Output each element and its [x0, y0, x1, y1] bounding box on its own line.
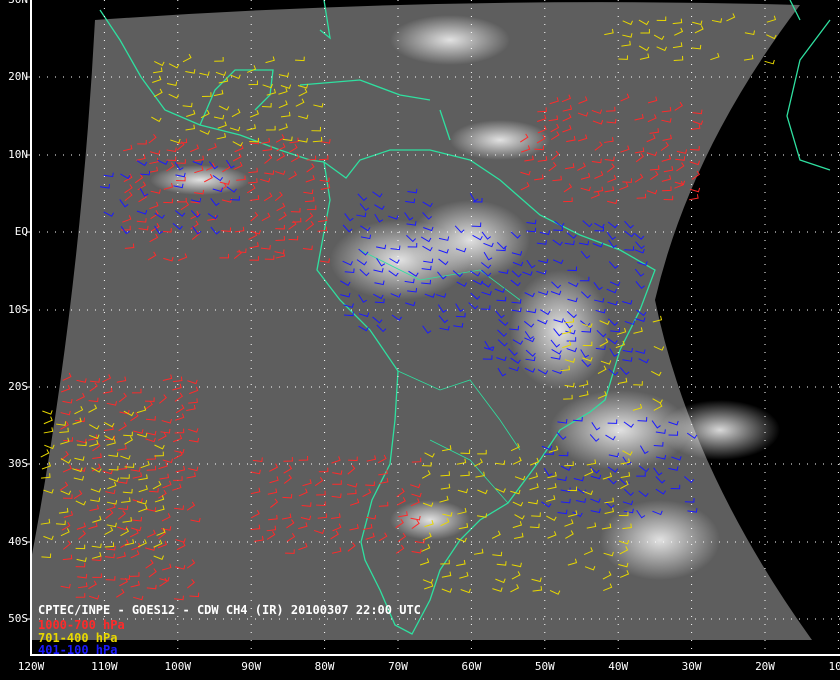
lon-label: 110W — [91, 660, 118, 673]
cloud-mass — [410, 200, 530, 280]
wind-barb — [43, 416, 53, 425]
lon-label: 90W — [241, 660, 262, 673]
lon-label: 100W — [164, 660, 192, 673]
legend-low-level: 1000-700 hPa — [38, 618, 125, 632]
wind-barb — [40, 449, 50, 458]
lat-label: 20N — [8, 70, 28, 83]
lat-label: 30N — [2, 0, 28, 6]
lon-label: 60W — [461, 660, 482, 673]
cloud-mass — [450, 120, 550, 160]
lon-label: 80W — [314, 660, 335, 673]
cloud-mass — [390, 15, 510, 65]
legend-high-level: 401-100 hPa — [38, 643, 118, 657]
lon-label: 120W — [17, 660, 45, 673]
wind-barb — [689, 194, 699, 201]
lon-label: 30W — [681, 660, 702, 673]
lon-label: 40W — [608, 660, 629, 673]
wind-barb — [764, 59, 775, 65]
lon-label: 20W — [755, 660, 775, 673]
lat-label: 30S — [8, 457, 28, 470]
lon-label: 10W — [828, 660, 840, 673]
lon-label: 70W — [388, 660, 408, 673]
satellite-map: 30N 20N 10N EQ 10S 20S 30S 40S 50S 120W 110W 100W 9… — [0, 0, 840, 680]
africa-outline — [786, 0, 831, 171]
cloud-mass — [660, 400, 780, 460]
lat-label: 10N — [8, 148, 28, 161]
lat-label: 40S — [8, 535, 28, 548]
lat-label: 10S — [8, 303, 28, 316]
lat-label: 50S — [8, 612, 28, 625]
lat-label: 20S — [8, 380, 28, 393]
wind-barb — [43, 427, 54, 434]
cloud-mass — [510, 270, 610, 390]
wind-barb — [42, 410, 53, 415]
lon-label: 50W — [534, 660, 555, 673]
lat-label: EQ — [14, 225, 28, 238]
map-canvas — [26, 0, 840, 656]
image-title: CPTEC/INPE - GOES12 - CDW CH4 (IR) 20100… — [38, 603, 421, 617]
